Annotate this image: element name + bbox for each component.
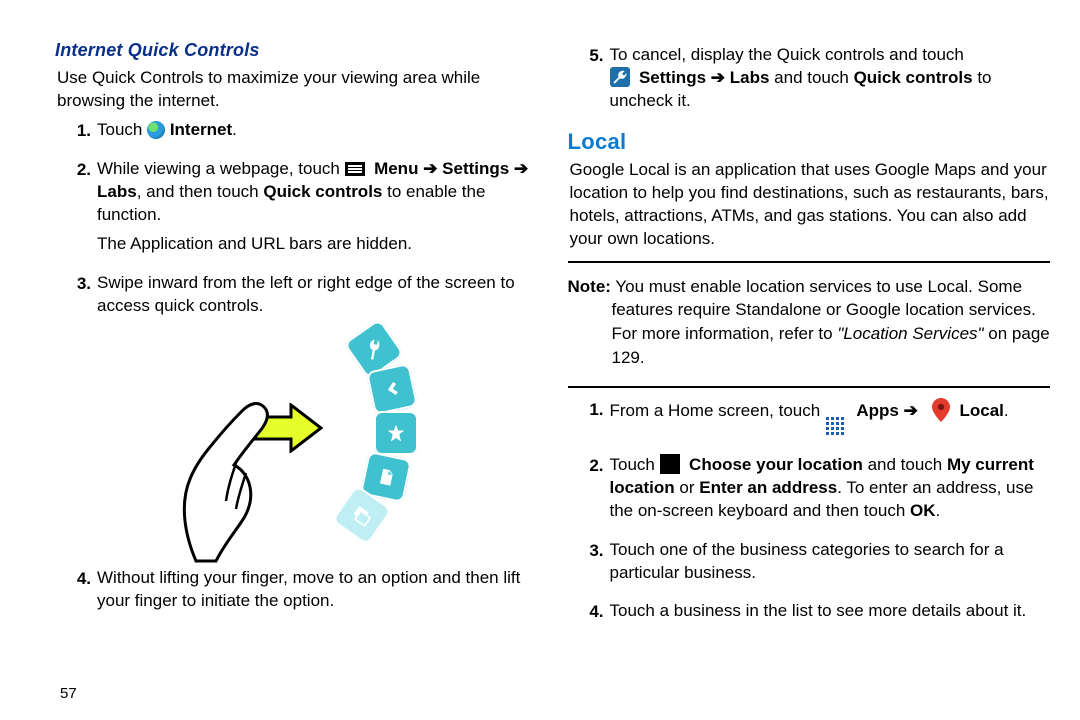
left-column: Internet Quick Controls Use Quick Contro… <box>55 40 538 639</box>
compass-icon <box>660 454 680 474</box>
step-3: 3. Swipe inward from the left or right e… <box>63 272 538 324</box>
local-step-4: 4. Touch a business in the list to see m… <box>576 600 1051 629</box>
divider <box>568 261 1051 263</box>
steps-quick-controls: 1. Touch Internet. 2. While viewing a we… <box>55 119 538 324</box>
step-4: 4. Without lifting your finger, move to … <box>63 567 538 619</box>
local-step-3: 3. Touch one of the business categories … <box>576 539 1051 591</box>
local-step-1: 1. From a Home screen, touch Apps ➔ <box>576 398 1051 444</box>
step-1: 1. Touch Internet. <box>63 119 538 148</box>
local-step-2: 2. Touch Choose your location and touch … <box>576 454 1051 529</box>
wrench-icon <box>610 67 630 87</box>
note-block: Note: You must enable location services … <box>568 273 1051 376</box>
hand-icon <box>176 393 296 568</box>
divider <box>568 386 1051 388</box>
fan-segment-star-icon <box>374 411 418 455</box>
globe-icon <box>147 121 165 139</box>
step-2: 2. While viewing a webpage, touch Menu ➔… <box>63 158 538 262</box>
apps-grid-icon <box>825 416 847 438</box>
intro-local: Google Local is an application that uses… <box>570 159 1051 251</box>
menu-icon <box>345 162 365 176</box>
map-pin-icon <box>932 398 950 429</box>
right-column: 5. To cancel, display the Quick controls… <box>568 40 1051 639</box>
steps-quick-controls-right: 5. To cancel, display the Quick controls… <box>568 44 1051 119</box>
quick-controls-illustration <box>166 333 426 553</box>
step-5: 5. To cancel, display the Quick controls… <box>576 44 1051 119</box>
steps-local: 1. From a Home screen, touch Apps ➔ <box>568 398 1051 630</box>
subheading-quick-controls: Internet Quick Controls <box>55 40 538 61</box>
heading-local: Local <box>568 129 1051 155</box>
steps-quick-controls-cont: 4. Without lifting your finger, move to … <box>55 567 538 619</box>
page-number: 57 <box>60 685 77 702</box>
intro-quick-controls: Use Quick Controls to maximize your view… <box>57 67 538 113</box>
fan-segment-back-icon <box>366 363 418 415</box>
